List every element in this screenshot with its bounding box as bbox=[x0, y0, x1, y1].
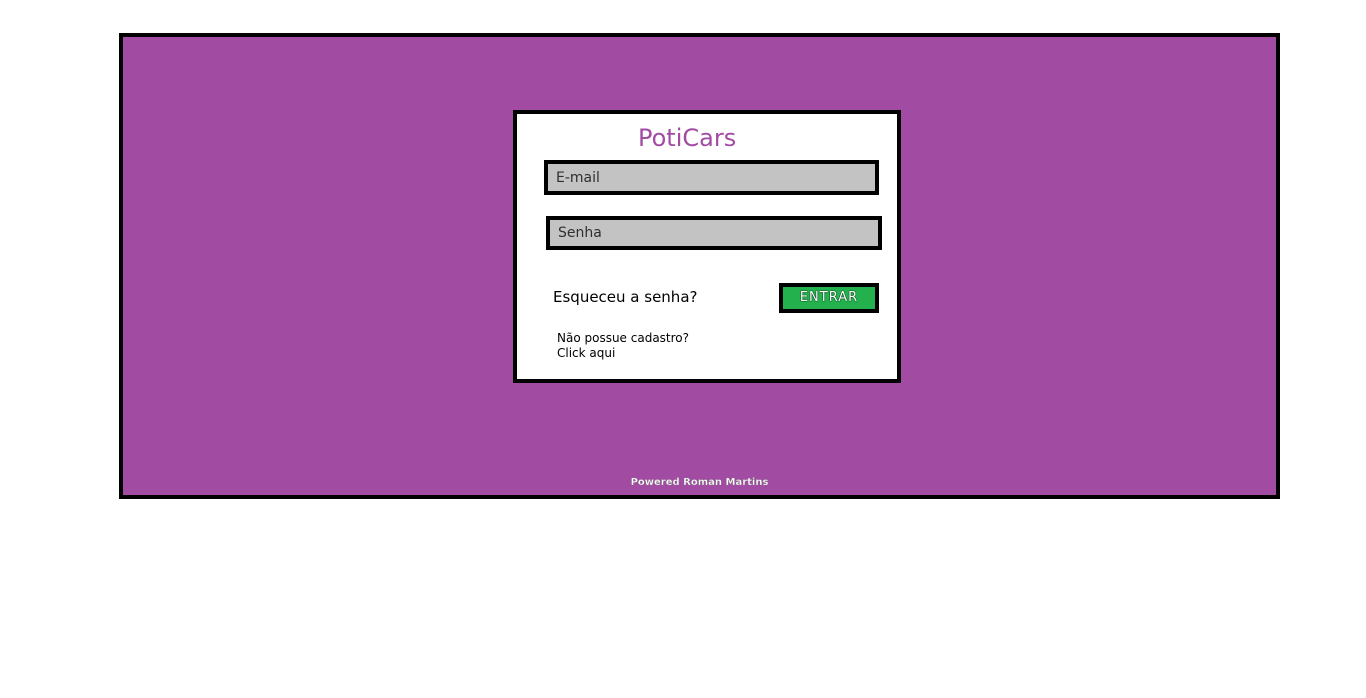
login-card: PotiCars Esqueceu a senha? ENTRAR Não po… bbox=[513, 110, 901, 383]
brand-title: PotiCars bbox=[638, 124, 737, 152]
forgot-password-link[interactable]: Esqueceu a senha? bbox=[553, 288, 697, 306]
login-background-panel: PotiCars Esqueceu a senha? ENTRAR Não po… bbox=[119, 33, 1280, 499]
signup-prompt: Não possue cadastro? Click aqui bbox=[557, 331, 689, 361]
email-field[interactable] bbox=[544, 160, 879, 195]
password-field[interactable] bbox=[546, 216, 882, 250]
enter-button[interactable]: ENTRAR bbox=[779, 283, 879, 313]
signup-link[interactable]: Click aqui bbox=[557, 346, 689, 361]
footer-credit: Powered Roman Martins bbox=[630, 477, 769, 488]
signup-question: Não possue cadastro? bbox=[557, 331, 690, 345]
